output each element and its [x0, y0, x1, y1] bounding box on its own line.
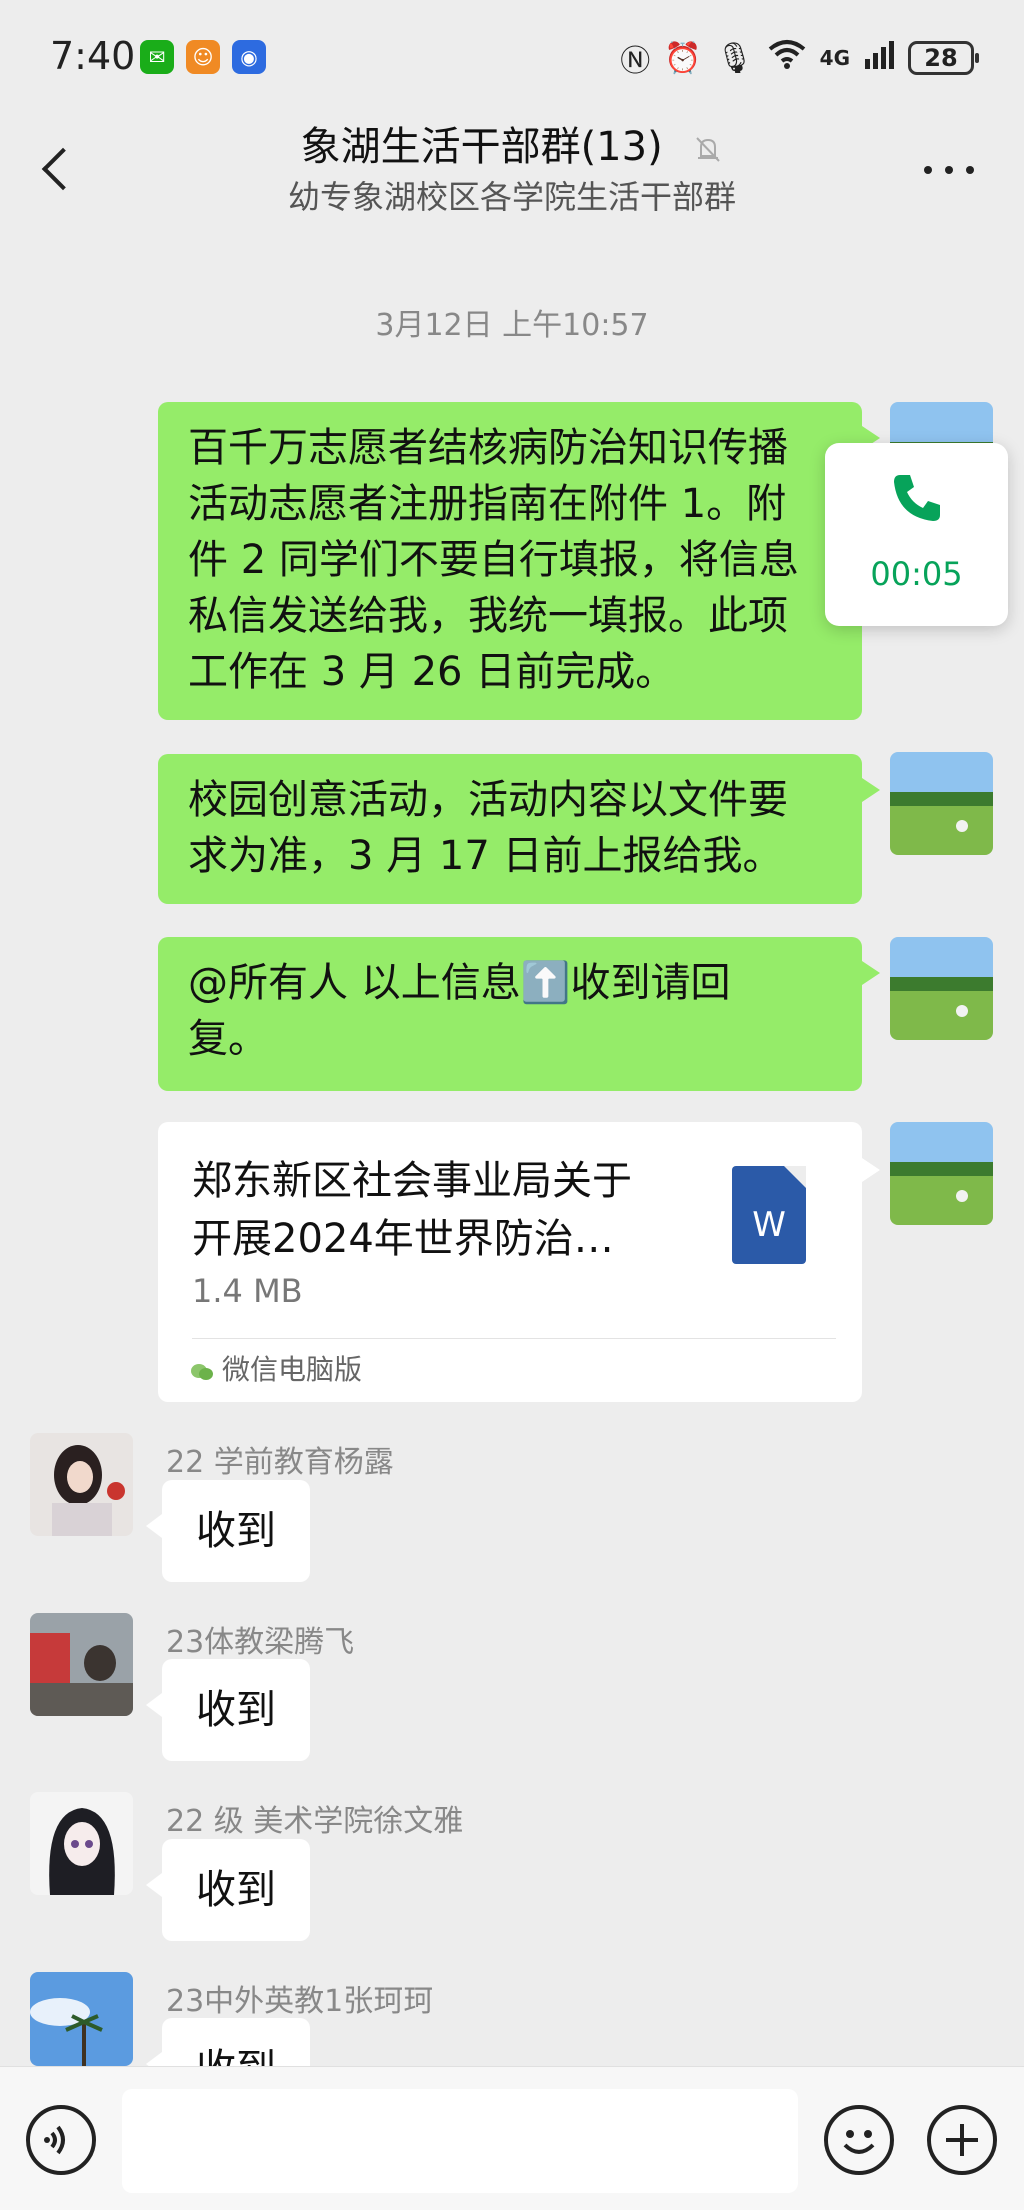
message-timestamp: 3月12日 上午10:57 [375, 308, 649, 343]
sender-name: 23中外英教1张珂珂 [166, 1984, 434, 2019]
chat-subtitle: 幼专象湖校区各学院生活干部群 [287, 178, 736, 216]
file-name-line: 郑东新区社会事业局关于 [192, 1158, 632, 1204]
avatar[interactable] [890, 1122, 993, 1225]
chat-app-icon: ☺ [186, 40, 220, 74]
message-line: 工作在 3 月 26 日前完成。 [188, 649, 676, 695]
sent-message[interactable]: 百千万志愿者结核病防治知识传播 活动志愿者注册指南在附件 1。附 件 2 同学们… [158, 402, 880, 720]
sender-name: 22 学前教育杨露 [166, 1445, 394, 1480]
word-doc-icon: W [732, 1166, 806, 1264]
sender-name: 23体教梁腾飞 [166, 1625, 355, 1660]
avatar[interactable] [30, 1433, 133, 1536]
received-message[interactable]: 收到 [146, 1659, 310, 1761]
input-bar [0, 2066, 1024, 2210]
sent-message[interactable]: 校园创意活动，活动内容以文件要 求为准，3 月 17 日前上报给我。 [158, 754, 880, 904]
message-line: 件 2 同学们不要自行填报，将信息 [188, 537, 799, 583]
avatar[interactable] [30, 1792, 133, 1895]
file-name: 郑东新区社会事业局关于 开展2024年世界防治… [192, 1152, 692, 1268]
nfc-icon: Ⓝ [620, 44, 651, 79]
group-name: 象湖生活干部群(13) [300, 124, 663, 170]
message-input[interactable] [122, 2089, 798, 2193]
battery-icon: 28 [908, 41, 979, 75]
divider [192, 1338, 836, 1339]
mic-icon: 🎙 [715, 40, 754, 76]
network-label: 4G [819, 46, 850, 70]
chat-title: 象湖生活干部群(13) [0, 114, 1024, 172]
system-icons: Ⓝ ⏰ 🎙 4G 28 [620, 36, 979, 80]
wechat-icon: ✉ [140, 40, 174, 74]
message-line: 复。 [188, 1016, 268, 1062]
avatar[interactable] [890, 752, 993, 855]
wechat-icon [191, 1364, 213, 1380]
sent-message[interactable]: @所有人 以上信息⬆️收到请回 复。 [158, 937, 880, 1091]
alarm-icon: ⏰ [664, 40, 702, 76]
avatar[interactable] [30, 1972, 133, 2066]
floating-call-window[interactable]: 00:05 [825, 443, 1008, 626]
file-name-line: 开展2024年世界防治… [192, 1216, 614, 1262]
message-line: 校园创意活动，活动内容以文件要 [188, 777, 788, 823]
received-message[interactable]: 收到 [146, 1839, 310, 1941]
status-time: 7:40 [50, 34, 136, 78]
message-line: 活动志愿者注册指南在附件 1。附 [188, 481, 787, 527]
shield-app-icon: ◉ [232, 40, 266, 74]
phone-icon [894, 475, 940, 521]
plus-icon[interactable] [927, 2105, 997, 2175]
avatar[interactable] [890, 937, 993, 1040]
more-dots-icon[interactable] [924, 162, 974, 178]
file-source: 微信电脑版 [222, 1353, 363, 1386]
voice-icon[interactable] [26, 2105, 96, 2175]
file-size: 1.4 MB [192, 1272, 303, 1310]
message-line: @所有人 以上信息⬆️收到请回 [188, 960, 731, 1006]
sender-name: 22 级 美术学院徐文雅 [166, 1804, 464, 1839]
emoji-icon[interactable] [824, 2105, 894, 2175]
chat-header: 象湖生活干部群(13) 幼专象湖校区各学院生活干部群 [0, 112, 1024, 228]
message-line: 私信发送给我，我统一填报。此项 [188, 593, 788, 639]
avatar[interactable] [30, 1613, 133, 1716]
received-message[interactable]: 收到 [146, 1480, 310, 1582]
file-message[interactable]: 郑东新区社会事业局关于 开展2024年世界防治… 1.4 MB W 微信电脑版 [158, 1122, 880, 1402]
wifi-icon [768, 39, 806, 77]
message-line: 百千万志愿者结核病防治知识传播 [188, 425, 788, 471]
message-line: 求为准，3 月 17 日前上报给我。 [188, 833, 783, 879]
bell-off-icon [696, 137, 721, 162]
call-duration: 00:05 [870, 555, 963, 593]
status-bar: 7:40 ✉ ☺ ◉ Ⓝ ⏰ 🎙 4G 28 [0, 0, 1024, 112]
signal-icon [864, 39, 894, 77]
